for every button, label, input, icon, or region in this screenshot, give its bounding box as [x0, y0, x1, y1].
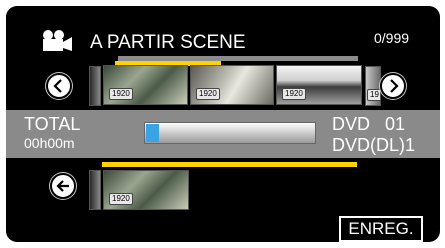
thumbnail-partial-left[interactable] [89, 170, 101, 210]
thumbnail[interactable]: 1920 [103, 65, 188, 105]
thumbnail-partial-right[interactable]: 19 [365, 66, 381, 106]
thumbnail[interactable]: 1920 [276, 65, 362, 105]
screen: A PARTIR SCENE 0/999 1920 1920 1920 19 T… [0, 0, 445, 248]
selection-bar [102, 162, 357, 167]
resolution-badge: 1920 [196, 88, 220, 100]
resolution-badge: 1920 [109, 88, 133, 100]
arrow-left-icon [56, 180, 69, 192]
previous-button[interactable] [46, 73, 72, 99]
thumbnail[interactable]: 1920 [190, 65, 274, 105]
total-time: 00h00m [24, 135, 75, 151]
disc-usage-fill [146, 124, 159, 142]
resolution-badge: 1920 [109, 193, 133, 205]
total-label: TOTAL [24, 114, 81, 134]
disc-count-dvd-dl: DVD(DL)1 [332, 135, 416, 155]
camcorder-menu-panel: A PARTIR SCENE 0/999 1920 1920 1920 19 T… [6, 6, 440, 242]
back-button[interactable] [50, 173, 76, 199]
disc-count-dvd: DVD 01 [332, 114, 406, 134]
disc-usage-bar [144, 122, 316, 144]
movie-camera-icon [43, 30, 72, 51]
resolution-badge: 19 [367, 89, 380, 101]
chevron-right-icon [390, 79, 399, 93]
next-button[interactable] [380, 73, 406, 99]
chevron-left-icon [53, 79, 62, 93]
selected-thumbnail[interactable]: 1920 [103, 170, 189, 210]
scene-counter: 0/999 [374, 30, 410, 46]
page-title: A PARTIR SCENE [90, 32, 246, 53]
thumbnail-partial-left[interactable] [89, 66, 101, 106]
save-button[interactable]: ENREG. [339, 216, 423, 242]
resolution-badge: 1920 [282, 88, 306, 100]
